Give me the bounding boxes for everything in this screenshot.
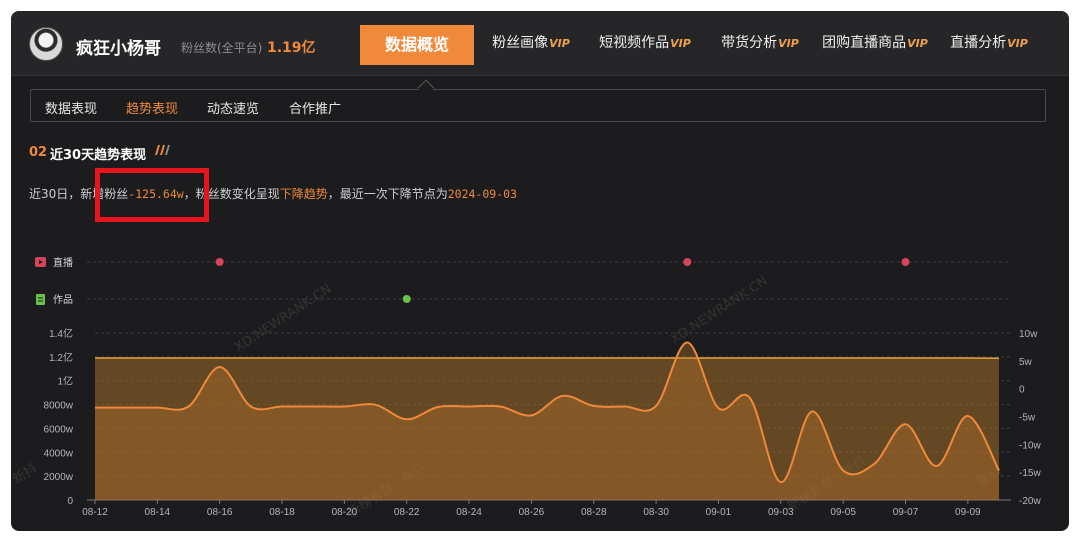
- left-axis-tick-label: 1亿: [57, 375, 73, 388]
- tab-label: 带货分析: [721, 35, 778, 51]
- x-axis-tick-label: 08-22: [394, 507, 420, 518]
- subtab-data-performance[interactable]: 数据表现: [45, 98, 97, 117]
- x-axis-tick-label: 09-09: [955, 507, 981, 518]
- latest-drop-date: 2024-09-03: [447, 187, 517, 201]
- x-axis-tick-label: 09-03: [768, 507, 794, 518]
- section-title: 近30天趋势表现: [50, 148, 147, 163]
- trend-chart[interactable]: 0 2000w 4000w 6000w 8000w 1亿 1.2亿 1.4亿 -20w -15w -…: [11, 231, 1069, 521]
- x-axis-tick-label: 09-05: [830, 507, 856, 518]
- fans-count-label: 粉丝数(全平台): [181, 41, 263, 55]
- x-axis-tick-label: 08-20: [332, 507, 358, 518]
- vip-badge: VIP: [670, 37, 691, 50]
- tab-label: 数据概览: [384, 35, 449, 54]
- x-axis-tick-label: 08-28: [581, 507, 607, 518]
- trend-direction: 下降趋势: [279, 187, 328, 201]
- event-marker: [402, 295, 411, 303]
- event-marker: [683, 258, 692, 266]
- right-axis-tick-label: -10w: [1019, 440, 1041, 451]
- x-axis-tick-label: 09-01: [706, 507, 732, 518]
- top-bar: 疯狂小杨哥 粉丝数(全平台) 1.19亿 数据概览 粉丝画像VIP 短视频作品V…: [11, 11, 1069, 76]
- left-axis-tick-label: 2000w: [44, 472, 74, 483]
- sub-tab-bar: 数据表现 趋势表现 动态速览 合作推广: [30, 89, 1046, 122]
- tab-group-buy-live[interactable]: 团购直播商品VIP: [819, 11, 931, 76]
- tab-label: 团购直播商品: [822, 35, 907, 51]
- right-axis-tick-label: 10w: [1019, 329, 1038, 340]
- app-frame: 疯狂小杨哥 粉丝数(全平台) 1.19亿 数据概览 粉丝画像VIP 短视频作品V…: [11, 11, 1069, 531]
- x-axis-tick-label: 08-24: [456, 507, 482, 518]
- tab-live-analysis[interactable]: 直播分析VIP: [947, 11, 1031, 76]
- summary-text: 近30日，新增: [29, 187, 105, 201]
- right-axis-tick-label: 5w: [1019, 357, 1033, 368]
- doc-icon: [36, 294, 45, 305]
- x-axis-tick-label: 08-26: [519, 507, 545, 518]
- tab-data-overview[interactable]: 数据概览: [360, 25, 474, 65]
- left-axis-tick-label: 0: [67, 496, 73, 507]
- highlight-annotation-box: [95, 168, 209, 222]
- x-axis-tick-label: 08-18: [269, 507, 295, 518]
- vip-badge: VIP: [1007, 37, 1028, 50]
- right-axis-tick-label: -5w: [1019, 413, 1036, 424]
- x-axis-tick-label: 09-07: [893, 507, 919, 518]
- left-axis-tick-label: 1.2亿: [49, 351, 73, 364]
- subtab-dynamic-overview[interactable]: 动态速览: [207, 98, 259, 117]
- tab-fans-profile[interactable]: 粉丝画像VIP: [489, 11, 573, 76]
- section-number: 02: [29, 145, 48, 160]
- x-axis-tick-label: 08-16: [207, 507, 233, 518]
- title-decoration-icon: [155, 145, 170, 155]
- username: 疯狂小杨哥: [76, 39, 161, 59]
- left-axis-tick-label: 1.4亿: [49, 327, 73, 340]
- event-marker: [901, 258, 910, 266]
- x-axis-tick-label: 08-14: [145, 507, 171, 518]
- tab-sales-analysis[interactable]: 带货分析VIP: [718, 11, 802, 76]
- x-axis-tick-label: 08-30: [643, 507, 669, 518]
- right-axis-tick-label: 0: [1019, 385, 1025, 396]
- event-row-label: 直播: [53, 256, 73, 269]
- vip-badge: VIP: [907, 37, 928, 50]
- right-axis-tick-label: -20w: [1019, 496, 1041, 507]
- tab-label: 粉丝画像: [492, 35, 549, 51]
- tab-label: 短视频作品: [599, 35, 670, 51]
- vip-badge: VIP: [778, 37, 799, 50]
- tab-label: 直播分析: [950, 35, 1007, 51]
- tab-short-videos[interactable]: 短视频作品VIP: [595, 11, 695, 76]
- event-row-label: 作品: [53, 294, 73, 306]
- fans-count-value: 1.19亿: [267, 40, 316, 56]
- x-axis-tick-label: 08-12: [82, 507, 108, 518]
- right-axis-tick-label: -15w: [1019, 468, 1041, 479]
- left-axis-tick-label: 8000w: [44, 401, 74, 412]
- left-axis-tick-label: 4000w: [44, 448, 74, 459]
- avatar[interactable]: [29, 27, 63, 61]
- summary-text: ，最近一次下降节点为: [327, 187, 448, 201]
- vip-badge: VIP: [549, 37, 570, 50]
- event-marker: [215, 258, 224, 266]
- subtab-cooperation[interactable]: 合作推广: [289, 98, 341, 117]
- left-axis-tick-label: 6000w: [44, 424, 74, 435]
- subtab-trend-performance[interactable]: 趋势表现: [126, 98, 178, 117]
